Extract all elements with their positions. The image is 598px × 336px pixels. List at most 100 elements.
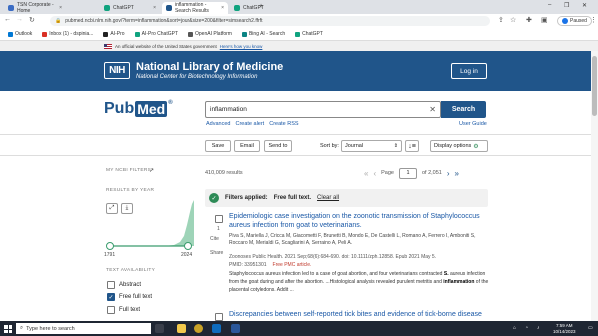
bookmark-item[interactable]: AI-Pro ChatGPT [134,31,178,37]
tab-favicon-icon [166,5,172,11]
browser-tab[interactable]: ChatGPT × [100,2,160,14]
user-guide-link[interactable]: User Guide [459,121,487,127]
chrome-icon[interactable] [194,324,203,333]
bookmark-favicon-icon [134,31,140,37]
sort-descending-icon: ↓≡ [408,142,416,150]
display-options-button[interactable]: Display options ⚙ [430,140,488,152]
result-title-link[interactable]: Discrepancies between self-reported tick… [229,310,489,319]
sort-select[interactable]: Journal ⇕ [341,140,402,152]
filter-abstract[interactable]: Abstract [107,281,141,289]
avatar [562,18,568,24]
search-query-text: inflammation [210,106,247,113]
forward-icon[interactable]: → [16,16,23,23]
close-icon[interactable]: × [221,5,224,11]
page-label: Page [381,170,394,176]
sort-arrows-icon: ⇕ [393,143,398,149]
email-button[interactable]: Email [234,140,260,152]
cite-button[interactable]: Cite [210,236,219,242]
task-view-icon[interactable] [155,324,164,333]
login-button[interactable]: Log in [451,63,487,79]
nih-logo[interactable]: NIH [104,62,130,79]
abstract-checkbox[interactable] [107,281,115,289]
browser-tab[interactable]: ChatGPT [230,2,264,14]
system-clock[interactable]: 7:59 AM 10/14/2023 [553,323,576,334]
close-icon[interactable]: × [153,5,156,11]
close-window-icon[interactable]: ✕ [582,2,587,9]
browser-tab[interactable]: TSN Corporate - Home × [4,2,66,14]
logo-pub-text: Pub [104,100,135,117]
bookmark-item[interactable]: ChatGPT [295,31,323,37]
result-checkbox[interactable] [215,313,223,321]
create-rss-link[interactable]: Create RSS [269,121,298,127]
results-count: 410,009 results [205,170,243,176]
wifi-icon[interactable]: ◔ [525,325,528,331]
pubmed-logo[interactable]: Pub Med ® [104,100,173,118]
reload-icon[interactable]: ↻ [29,16,35,24]
search-input[interactable]: inflammation ✕ [205,101,441,118]
extensions-icon[interactable]: ✚ [526,16,532,24]
word-icon[interactable] [231,324,240,333]
sort-value: Journal [345,143,364,149]
result-checkbox[interactable] [215,215,223,223]
bookmark-star-icon[interactable]: ☆ [510,16,516,24]
taskbar-search-placeholder: Type here to search [26,325,75,332]
bookmark-favicon-icon [42,31,48,37]
result-snippet: Staphylococcus aureus infection led to a… [229,270,491,294]
logo-registered-mark: ® [168,100,173,106]
profile-button[interactable]: Paused [557,16,592,26]
free-full-text-checkbox[interactable]: ✓ [107,293,115,301]
filter-full-text[interactable]: Full text [107,306,140,314]
browser-tab-bar: TSN Corporate - Home × ChatGPT × inflamm… [0,0,598,14]
sidebar-panel-icon[interactable]: ▣ [541,16,548,24]
notifications-icon[interactable]: ▭ [588,325,593,331]
outlook-icon[interactable] [212,324,221,333]
create-alert-link[interactable]: Create alert [235,121,264,127]
external-link-icon[interactable]: ↗ [149,167,154,174]
tab-favicon-icon [8,5,14,11]
search-button[interactable]: Search [441,101,486,118]
bookmark-item[interactable]: AI-Pro [103,31,125,37]
full-text-checkbox[interactable] [107,306,115,314]
bookmark-label: Bing AI - Search [248,31,286,37]
scrollbar-thumb[interactable] [592,56,597,116]
sort-label: Sort by: [320,143,339,149]
clear-all-link[interactable]: Clear all [317,195,339,201]
advanced-link[interactable]: Advanced [206,121,230,127]
new-tab-button[interactable]: + [259,3,263,10]
first-page-icon[interactable]: « [364,169,368,178]
restore-icon[interactable]: ❐ [564,2,569,9]
bookmark-item[interactable]: Bing AI - Search [241,31,286,37]
minimize-icon[interactable]: – [548,2,551,8]
last-page-icon[interactable]: » [455,169,459,178]
network-icon[interactable]: ⌂ [513,325,516,331]
back-icon[interactable]: ← [4,16,11,23]
share-button[interactable]: Share [210,250,223,256]
result-authors: Piva S, Mariella J, Cricca M, Giacometti… [229,233,476,246]
page-number-input[interactable]: 1 [398,167,417,179]
my-ncbi-filters-label[interactable]: MY NCBI FILTERS [106,168,151,173]
previous-page-icon[interactable]: ‹ [373,169,376,178]
url-field[interactable]: 🔒 pubmed.ncbi.nlm.nih.gov/?term=inflamma… [50,16,490,26]
bookmark-item[interactable]: Inbox (1) - dspinia... [42,31,93,37]
send-to-button[interactable]: Send to [264,140,292,152]
bookmark-item[interactable]: OpenAI Platform [188,31,232,37]
pagination: « ‹ Page 1 of 2,051 › » [364,166,459,180]
sort-order-button[interactable]: ↓≡ [405,140,419,152]
filter-free-full-text[interactable]: ✓ Free full text [107,293,152,301]
bookmark-item[interactable]: Outlook [8,31,32,37]
clear-icon[interactable]: ✕ [429,105,436,114]
save-button[interactable]: Save [205,140,231,152]
tab-favicon-icon [104,5,110,11]
browser-tab-active[interactable]: inflammation - Search Results × [162,2,228,14]
heres-how-link[interactable]: Here's how you know [220,44,263,49]
file-explorer-icon[interactable] [177,324,186,333]
close-icon[interactable]: × [59,5,62,11]
next-page-icon[interactable]: › [447,169,450,178]
volume-icon[interactable]: ♪ [537,325,540,331]
windows-start-icon[interactable] [4,325,12,333]
share-icon[interactable]: ⇪ [498,16,504,24]
taskbar-search-input[interactable]: ⌕ Type here to search [16,323,151,334]
result-title-link[interactable]: Epidemiologic case investigation on the … [229,212,489,230]
clock-time: 7:59 AM [556,323,573,328]
bookmark-label: Outlook [15,31,33,37]
